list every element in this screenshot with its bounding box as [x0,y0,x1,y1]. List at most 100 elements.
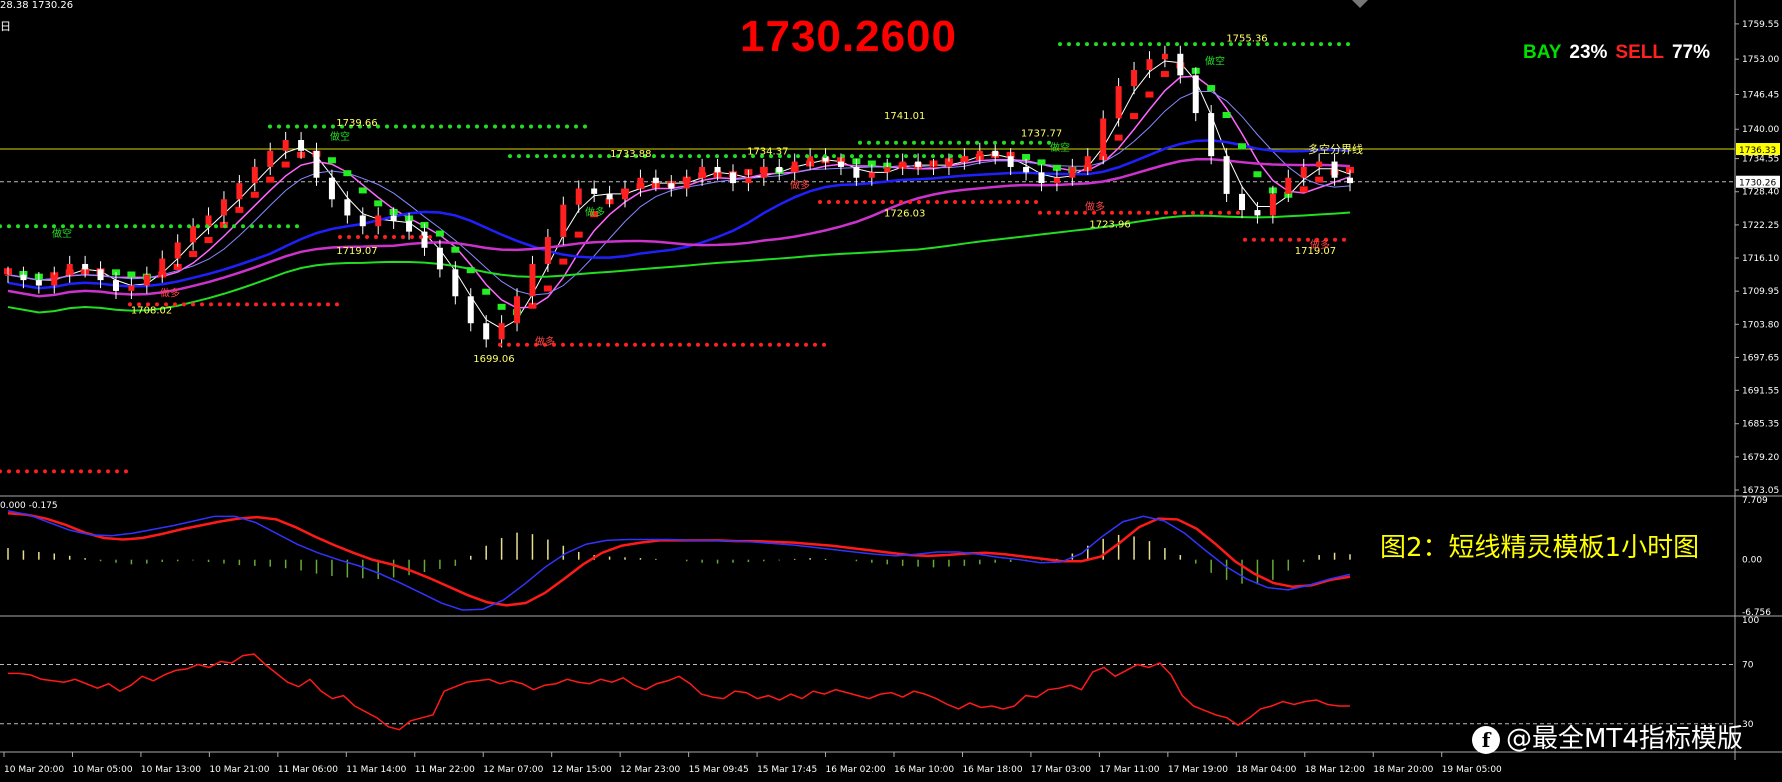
resistance-dots [1011,140,1015,145]
support-dots [1038,210,1042,215]
candle-body [575,188,582,205]
resistance-dots [571,154,575,159]
ma-mid2-line [7,91,1351,296]
candle-body [899,161,906,167]
support-dots [97,469,101,474]
resistance-dots [940,154,944,159]
candle-body [760,166,767,178]
rsi-line [8,653,1350,731]
resistance-dots [1038,140,1042,145]
support-dots [1007,199,1011,204]
price-annotation: 1737.77 [1021,128,1062,139]
support-dots [615,342,619,347]
support-dots [935,199,939,204]
x-tick-label: 18 Mar 04:00 [1236,765,1296,775]
resistance-dots [958,154,962,159]
resistance-dots [295,124,299,129]
resistance-dots [52,224,56,229]
support-dots [227,302,231,307]
candle-body [1146,59,1153,70]
support-dots [0,469,2,474]
trend-block [497,303,506,310]
support-dots [1164,210,1168,215]
candle-body [298,140,305,151]
y-tick-label: 1746.45 [1742,90,1779,100]
boundary-line-label: 多空分界线 [1308,142,1363,156]
y-tick-label: 1753.00 [1742,55,1779,65]
candle-body [622,188,629,200]
price-annotation: 1723.96 [1089,220,1130,231]
resistance-dots [1058,42,1062,47]
support-dots [624,342,628,347]
sentiment-panel: BAY 23% SELL 77% [1523,42,1718,64]
candle-body [729,172,736,184]
resistance-dots [25,224,29,229]
resistance-dots [1283,42,1287,47]
y-tick-label: 1703.80 [1742,320,1779,330]
support-dots [926,199,930,204]
candle-body [82,263,89,270]
support-dots [1252,237,1256,242]
trend-block [451,246,460,253]
candle-body [1192,75,1199,114]
resistance-dots [106,224,110,229]
candle-body [328,177,335,200]
signal-marker: 做空 [1050,141,1070,154]
resistance-dots [286,124,290,129]
trend-block [281,161,290,168]
support-dots [854,199,858,204]
resistance-dots [517,154,521,159]
resistance-dots [679,154,683,159]
resistance-dots [475,124,479,129]
signal-marker: 做多 [790,179,810,192]
bay-pct: 23% [1569,42,1608,63]
resistance-dots [466,124,470,129]
resistance-dots [1211,42,1215,47]
x-tick-label: 15 Mar 09:45 [689,765,749,775]
candle-body [930,166,937,168]
resistance-dots [1274,42,1278,47]
resistance-dots [331,124,335,129]
resistance-dots [403,124,407,129]
macd-signal-line [7,511,1351,607]
resistance-dots [1076,42,1080,47]
resistance-dots [904,154,908,159]
support-dots [1119,210,1123,215]
candle-body [1069,166,1076,178]
resistance-dots [984,140,988,145]
support-dots [392,235,396,240]
support-dots [804,342,808,347]
support-dots [908,199,912,204]
trend-block [1207,85,1216,92]
resistance-dots [313,124,317,129]
resistance-dots [1292,42,1296,47]
trend-block [127,271,136,278]
candle-body [359,215,366,227]
support-dots [768,342,772,347]
candle-body [1300,166,1307,178]
support-dots [326,302,330,307]
support-dots [525,342,529,347]
resistance-dots [1029,140,1033,145]
resistance-dots [268,124,272,129]
candle-body [915,161,922,167]
candle-body [251,166,258,184]
support-dots [669,342,673,347]
support-dots [191,302,195,307]
resistance-dots [160,224,164,229]
x-tick-label: 11 Mar 14:00 [346,765,406,775]
resistance-dots [724,154,728,159]
candle-body [1115,86,1122,119]
price-chart[interactable]: 1759.55 1753.00 1746.45 1740.00 1734.55 1728.… [0,0,1782,782]
resistance-dots [178,224,182,229]
support-dots [836,199,840,204]
resistance-dots [922,154,926,159]
candle-body [1053,177,1060,184]
resistance-dots [529,124,533,129]
support-dots [61,469,65,474]
trend-block [574,231,583,238]
sell-label: SELL [1615,42,1664,63]
resistance-dots [697,154,701,159]
resistance-dots [939,140,943,145]
candle-body [637,177,644,189]
